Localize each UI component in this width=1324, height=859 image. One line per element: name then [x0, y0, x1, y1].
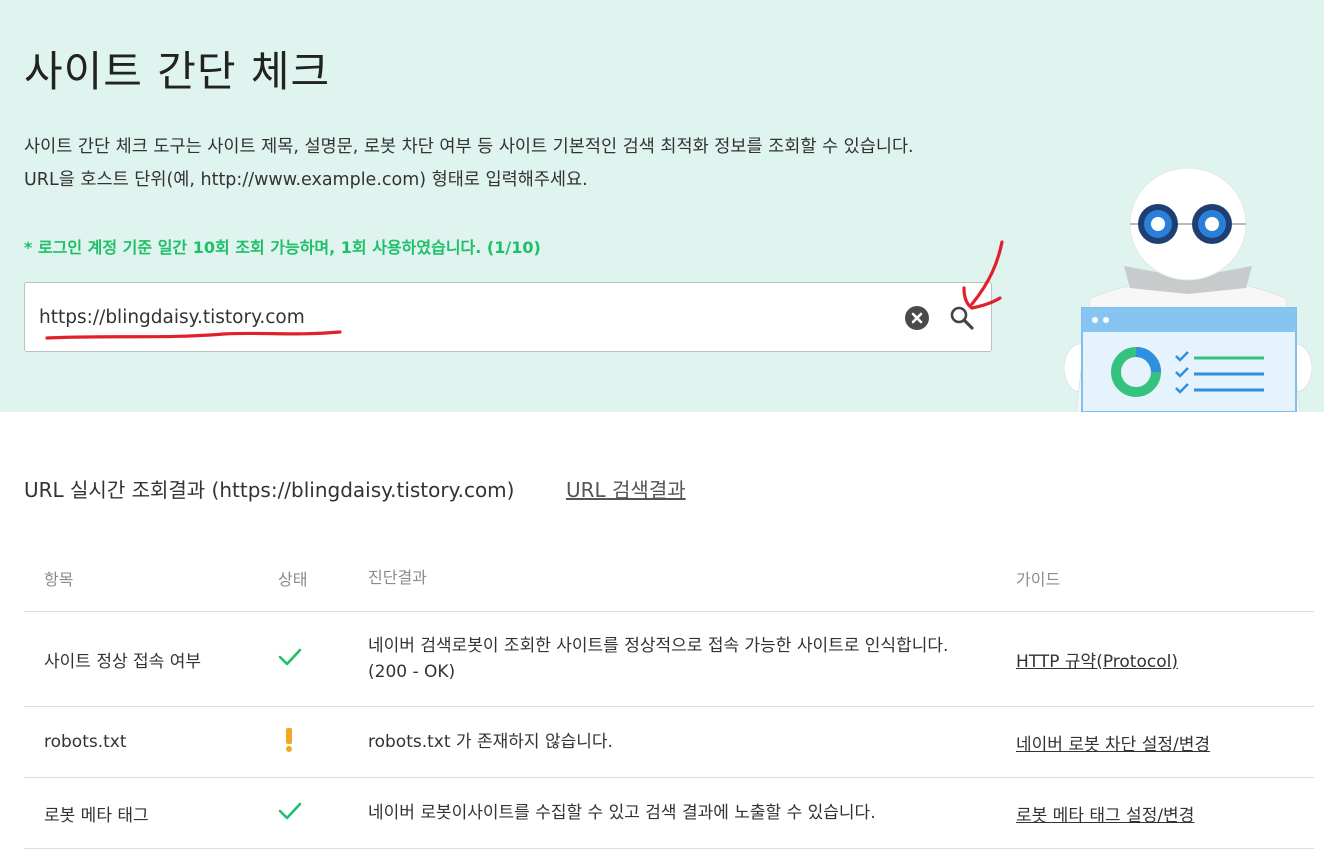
- check-icon: [278, 648, 302, 665]
- table-row: 로봇 메타 태그 네이버 로봇이사이트를 수집할 수 있고 검색 결과에 노출할…: [24, 777, 1314, 849]
- item-cell: 사이트 정상 접속 여부: [24, 611, 278, 707]
- red-underline-annotation: [45, 330, 342, 340]
- robot-illustration: [1063, 168, 1313, 412]
- description-line-2: URL을 호스트 단위(예, http://www.example.com) 형…: [24, 170, 588, 190]
- column-header-guide: 가이드: [1016, 545, 1314, 612]
- usage-notice: * 로그인 계정 기준 일간 10회 조회 가능하며, 1회 사용하였습니다. …: [24, 238, 541, 257]
- url-search-results-link[interactable]: URL 검색결과: [566, 474, 686, 503]
- item-cell: robots.txt: [24, 706, 278, 778]
- result-text: robots.txt 가 존재하지 않습니다.: [368, 706, 1016, 778]
- column-header-result: 진단결과: [368, 545, 1016, 612]
- guide-link-robots[interactable]: 네이버 로봇 차단 설정/변경: [1016, 735, 1210, 755]
- check-icon: [278, 802, 302, 819]
- results-table: 항목 상태 진단결과 가이드 사이트 정상 접속 여부 네이버 검색로봇이 조회…: [24, 545, 1314, 849]
- table-row: 사이트 정상 접속 여부 네이버 검색로봇이 조회한 사이트를 정상적으로 접속…: [24, 611, 1314, 707]
- table-row: robots.txt robots.txt 가 존재하지 않습니다. 네이버 로…: [24, 706, 1314, 778]
- results-heading: URL 실시간 조회결과 (https://blingdaisy.tistory…: [24, 478, 515, 502]
- guide-link-http[interactable]: HTTP 규약(Protocol): [1016, 652, 1178, 672]
- exclamation-icon: [286, 727, 292, 752]
- page-title: 사이트 간단 체크: [24, 47, 331, 96]
- column-header-item: 항목: [24, 545, 278, 612]
- result-text-line2: (200 - OK): [368, 662, 456, 682]
- column-header-status: 상태: [278, 545, 368, 612]
- result-text: 네이버 로봇이사이트를 수집할 수 있고 검색 결과에 노출할 수 있습니다.: [368, 777, 1016, 849]
- item-cell: 로봇 메타 태그: [24, 777, 278, 849]
- clear-icon[interactable]: [905, 306, 929, 330]
- guide-link-robots-meta[interactable]: 로봇 메타 태그 설정/변경: [1016, 806, 1194, 826]
- hero-section: 사이트 간단 체크 사이트 간단 체크 도구는 사이트 제목, 설명문, 로봇 …: [0, 0, 1324, 412]
- description-line-1: 사이트 간단 체크 도구는 사이트 제목, 설명문, 로봇 차단 여부 등 사이…: [24, 137, 914, 157]
- red-arrow-annotation: [962, 240, 1004, 310]
- table-header-row: 항목 상태 진단결과 가이드: [24, 545, 1314, 612]
- result-text-line1: 네이버 검색로봇이 조회한 사이트를 정상적으로 접속 가능한 사이트로 인식합…: [368, 636, 949, 656]
